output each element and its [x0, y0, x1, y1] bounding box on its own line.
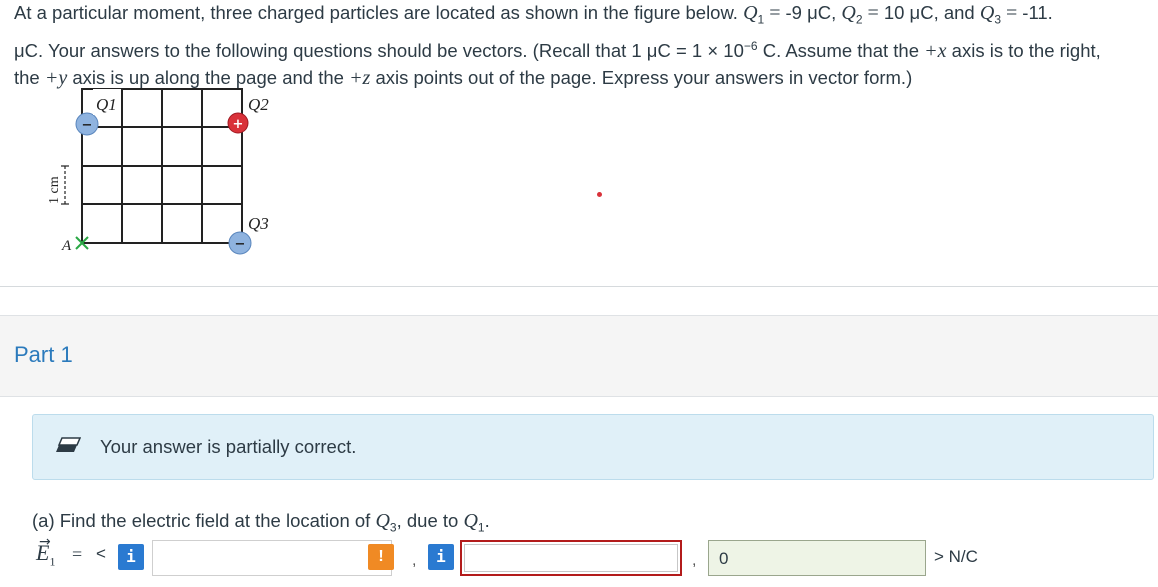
problem-text: axis points out of the page. Express you…: [370, 66, 913, 88]
q1-symbol: Q: [743, 2, 758, 24]
open-bracket: <: [96, 544, 106, 563]
red-dot: [597, 192, 602, 197]
info-button-y[interactable]: i: [428, 544, 454, 570]
warning-button[interactable]: !: [368, 544, 394, 570]
vector-label: → E1: [36, 534, 56, 569]
question-text: , due to: [396, 510, 464, 531]
comma: ,: [412, 552, 417, 569]
q3-subscript: 3: [994, 12, 1001, 27]
part-title: Part 1: [14, 342, 73, 367]
comma: ,: [692, 552, 697, 569]
q3-label: Q3: [248, 214, 269, 233]
exponent: −6: [743, 39, 758, 54]
plus-x: +x: [924, 40, 947, 63]
charge-q3: −: [228, 231, 252, 255]
charge-q1-sign: −: [82, 118, 93, 133]
question-text: .: [484, 510, 490, 531]
feedback-text: Your answer is partially correct.: [100, 436, 357, 457]
problem-text: C. Assume that the: [757, 40, 925, 62]
eraser-icon: [56, 437, 81, 452]
y-component-input[interactable]: [460, 540, 682, 576]
answer-row: → E1 = < i ! , i , 0 > N/C: [32, 534, 1158, 578]
separator: [0, 286, 1158, 287]
q1-value: -9 μC,: [785, 2, 842, 23]
z-component-input[interactable]: 0: [708, 540, 926, 576]
info-button-x[interactable]: i: [118, 544, 144, 570]
charge-q2-sign: +: [233, 117, 244, 132]
problem-line-1: At a particular moment, three charged pa…: [14, 0, 1158, 33]
x-component-input[interactable]: [152, 540, 392, 576]
charge-grid-figure: 1 cm − + − Q1 Q2 Q3 A: [47, 88, 269, 255]
problem-statement: At a particular moment, three charged pa…: [14, 0, 1158, 91]
equals-sign: =: [764, 2, 786, 24]
vector-subscript: 1: [49, 554, 56, 569]
point-a-label: A: [61, 238, 72, 254]
plus-z: +z: [349, 66, 371, 89]
part-header-band: [0, 315, 1158, 397]
q1-label: Q1: [96, 95, 117, 114]
problem-text: axis is to the right,: [946, 40, 1101, 62]
question-text: (a) Find the electric field at the locat…: [32, 510, 376, 531]
feedback-banner: Your answer is partially correct.: [32, 414, 1154, 480]
problem-text: the: [14, 66, 45, 88]
q2-value: 10 μC, and: [883, 2, 980, 23]
unit-label: > N/C: [934, 547, 978, 566]
q1-subscript: 1: [477, 520, 485, 535]
charge-q2: +: [227, 112, 249, 134]
scale-label: 1 cm: [47, 176, 62, 204]
q1-symbol: Q: [463, 510, 478, 532]
equals-sign: =: [72, 544, 83, 564]
scale-bar: [61, 165, 69, 205]
q3-symbol: Q: [375, 510, 390, 532]
charge-q3-sign: −: [235, 237, 246, 252]
equals-sign: =: [862, 2, 884, 24]
q3-symbol: Q: [979, 2, 995, 24]
problem-text: μC. Your answers to the following questi…: [14, 40, 744, 62]
equals-sign: =: [1001, 2, 1023, 24]
vector-arrow-icon: →: [39, 534, 51, 550]
problem-text: axis is up along the page and the: [67, 66, 350, 88]
q2-subscript: 2: [855, 12, 863, 27]
problem-text: At a particular moment, three charged pa…: [14, 2, 744, 23]
charge-q1: −: [75, 112, 99, 136]
problem-line-2: μC. Your answers to the following questi…: [14, 33, 1158, 65]
q2-label: Q2: [248, 95, 269, 114]
q3-value: -11.: [1022, 2, 1053, 23]
question-prompt: (a) Find the electric field at the locat…: [32, 510, 490, 535]
q2-symbol: Q: [841, 2, 856, 24]
q3-subscript: 3: [389, 520, 397, 535]
